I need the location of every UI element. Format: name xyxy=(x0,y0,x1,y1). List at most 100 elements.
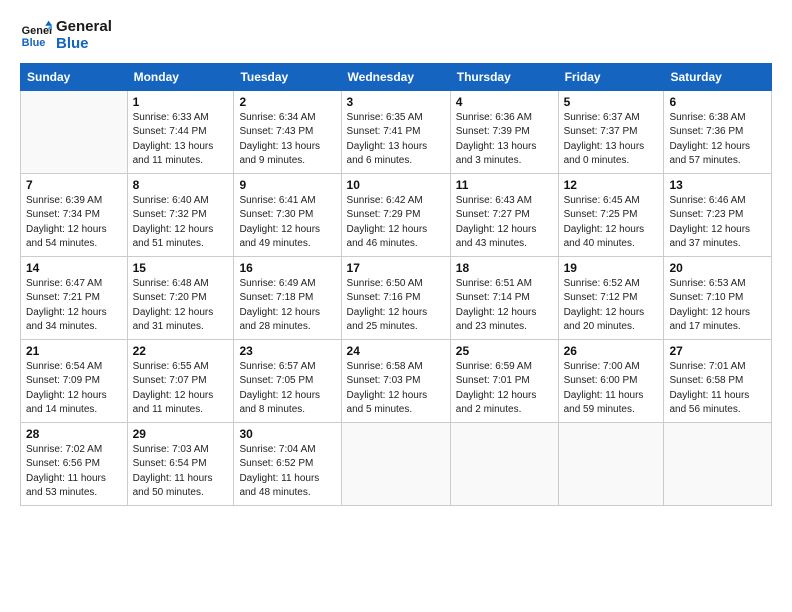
logo: General Blue General Blue xyxy=(20,18,112,53)
day-number: 18 xyxy=(456,261,553,275)
calendar-cell: 18 Sunrise: 6:51 AMSunset: 7:14 PMDayligh… xyxy=(450,256,558,339)
day-number: 29 xyxy=(133,427,229,441)
day-number: 22 xyxy=(133,344,229,358)
day-info: Sunrise: 6:35 AMSunset: 7:41 PMDaylight:… xyxy=(347,111,445,169)
calendar-cell: 25Sunrise: 6:59 AMSunset: 7:01 PMDayligh… xyxy=(450,339,558,422)
week-row-4: 21Sunrise: 6:54 AMSunset: 7:09 PMDayligh… xyxy=(21,339,772,422)
calendar-cell: 9 Sunrise: 6:41 AMSunset: 7:30 PMDaylight… xyxy=(234,173,341,256)
header: General Blue General Blue xyxy=(20,18,772,53)
day-info: Sunrise: 6:50 AMSunset: 7:16 PMDaylight:… xyxy=(347,277,445,335)
calendar-cell: 20 Sunrise: 6:53 AMSunset: 7:10 PMDayligh… xyxy=(664,256,772,339)
day-number: 28 xyxy=(26,427,122,441)
calendar-table: SundayMondayTuesdayWednesdayThursdayFrid… xyxy=(20,63,772,506)
day-info: Sunrise: 6:57 AMSunset: 7:05 PMDaylight:… xyxy=(239,360,335,418)
week-row-2: 7 Sunrise: 6:39 AMSunset: 7:34 PMDaylight… xyxy=(21,173,772,256)
calendar-cell: 26 Sunrise: 7:00 AMSunset: 6:00 PMDayligh… xyxy=(558,339,664,422)
calendar-cell: 17 Sunrise: 6:50 AMSunset: 7:16 PMDayligh… xyxy=(341,256,450,339)
week-row-1: 1 Sunrise: 6:33 AMSunset: 7:44 PMDaylight… xyxy=(21,90,772,173)
calendar-cell: 1 Sunrise: 6:33 AMSunset: 7:44 PMDaylight… xyxy=(127,90,234,173)
logo-text-line1: General xyxy=(56,18,112,35)
day-info: Sunrise: 6:54 AMSunset: 7:09 PMDaylight:… xyxy=(26,360,122,418)
header-thursday: Thursday xyxy=(450,63,558,90)
calendar-cell: 28 Sunrise: 7:02 AMSunset: 6:56 PMDayligh… xyxy=(21,422,128,505)
day-info: Sunrise: 6:40 AMSunset: 7:32 PMDaylight:… xyxy=(133,194,229,252)
day-number: 19 xyxy=(564,261,659,275)
calendar-cell: 13Sunrise: 6:46 AMSunset: 7:23 PMDayligh… xyxy=(664,173,772,256)
day-info: Sunrise: 6:43 AMSunset: 7:27 PMDaylight:… xyxy=(456,194,553,252)
header-row: SundayMondayTuesdayWednesdayThursdayFrid… xyxy=(21,63,772,90)
day-info: Sunrise: 6:39 AMSunset: 7:34 PMDaylight:… xyxy=(26,194,122,252)
svg-text:Blue: Blue xyxy=(22,37,46,49)
day-info: Sunrise: 7:02 AMSunset: 6:56 PMDaylight:… xyxy=(26,443,122,501)
calendar-cell: 15 Sunrise: 6:48 AMSunset: 7:20 PMDayligh… xyxy=(127,256,234,339)
day-info: Sunrise: 6:58 AMSunset: 7:03 PMDaylight:… xyxy=(347,360,445,418)
calendar-cell xyxy=(558,422,664,505)
day-number: 5 xyxy=(564,95,659,109)
calendar-cell: 30 Sunrise: 7:04 AMSunset: 6:52 PMDayligh… xyxy=(234,422,341,505)
calendar-cell: 8 Sunrise: 6:40 AMSunset: 7:32 PMDaylight… xyxy=(127,173,234,256)
calendar-cell: 12 Sunrise: 6:45 AMSunset: 7:25 PMDayligh… xyxy=(558,173,664,256)
day-info: Sunrise: 6:49 AMSunset: 7:18 PMDaylight:… xyxy=(239,277,335,335)
calendar-cell: 11 Sunrise: 6:43 AMSunset: 7:27 PMDayligh… xyxy=(450,173,558,256)
calendar-cell: 7 Sunrise: 6:39 AMSunset: 7:34 PMDaylight… xyxy=(21,173,128,256)
day-info: Sunrise: 6:42 AMSunset: 7:29 PMDaylight:… xyxy=(347,194,445,252)
day-number: 8 xyxy=(133,178,229,192)
day-info: Sunrise: 6:34 AMSunset: 7:43 PMDaylight:… xyxy=(239,111,335,169)
calendar-cell: 16Sunrise: 6:49 AMSunset: 7:18 PMDayligh… xyxy=(234,256,341,339)
day-number: 3 xyxy=(347,95,445,109)
day-number: 2 xyxy=(239,95,335,109)
day-info: Sunrise: 6:38 AMSunset: 7:36 PMDaylight:… xyxy=(669,111,766,169)
day-info: Sunrise: 6:33 AMSunset: 7:44 PMDaylight:… xyxy=(133,111,229,169)
day-info: Sunrise: 7:01 AMSunset: 6:58 PMDaylight:… xyxy=(669,360,766,418)
calendar-cell: 24 Sunrise: 6:58 AMSunset: 7:03 PMDayligh… xyxy=(341,339,450,422)
day-info: Sunrise: 6:45 AMSunset: 7:25 PMDaylight:… xyxy=(564,194,659,252)
day-info: Sunrise: 6:53 AMSunset: 7:10 PMDaylight:… xyxy=(669,277,766,335)
calendar-cell: 23 Sunrise: 6:57 AMSunset: 7:05 PMDayligh… xyxy=(234,339,341,422)
calendar-cell: 21Sunrise: 6:54 AMSunset: 7:09 PMDayligh… xyxy=(21,339,128,422)
calendar-cell xyxy=(450,422,558,505)
day-info: Sunrise: 6:37 AMSunset: 7:37 PMDaylight:… xyxy=(564,111,659,169)
header-tuesday: Tuesday xyxy=(234,63,341,90)
calendar-cell xyxy=(21,90,128,173)
calendar-cell: 19 Sunrise: 6:52 AMSunset: 7:12 PMDayligh… xyxy=(558,256,664,339)
day-number: 15 xyxy=(133,261,229,275)
day-number: 24 xyxy=(347,344,445,358)
day-info: Sunrise: 6:46 AMSunset: 7:23 PMDaylight:… xyxy=(669,194,766,252)
day-number: 11 xyxy=(456,178,553,192)
day-number: 12 xyxy=(564,178,659,192)
calendar-cell: 10 Sunrise: 6:42 AMSunset: 7:29 PMDayligh… xyxy=(341,173,450,256)
day-number: 6 xyxy=(669,95,766,109)
calendar-cell xyxy=(341,422,450,505)
day-number: 23 xyxy=(239,344,335,358)
day-number: 7 xyxy=(26,178,122,192)
calendar-cell: 27 Sunrise: 7:01 AMSunset: 6:58 PMDayligh… xyxy=(664,339,772,422)
header-monday: Monday xyxy=(127,63,234,90)
day-number: 26 xyxy=(564,344,659,358)
header-sunday: Sunday xyxy=(21,63,128,90)
day-number: 20 xyxy=(669,261,766,275)
calendar-cell: 3 Sunrise: 6:35 AMSunset: 7:41 PMDaylight… xyxy=(341,90,450,173)
day-number: 1 xyxy=(133,95,229,109)
day-number: 25 xyxy=(456,344,553,358)
day-info: Sunrise: 6:48 AMSunset: 7:20 PMDaylight:… xyxy=(133,277,229,335)
header-friday: Friday xyxy=(558,63,664,90)
calendar-cell: 22 Sunrise: 6:55 AMSunset: 7:07 PMDayligh… xyxy=(127,339,234,422)
svg-text:General: General xyxy=(22,25,52,37)
day-info: Sunrise: 7:03 AMSunset: 6:54 PMDaylight:… xyxy=(133,443,229,501)
day-info: Sunrise: 6:55 AMSunset: 7:07 PMDaylight:… xyxy=(133,360,229,418)
day-number: 10 xyxy=(347,178,445,192)
day-info: Sunrise: 6:41 AMSunset: 7:30 PMDaylight:… xyxy=(239,194,335,252)
week-row-5: 28 Sunrise: 7:02 AMSunset: 6:56 PMDayligh… xyxy=(21,422,772,505)
day-info: Sunrise: 7:00 AMSunset: 6:00 PMDaylight:… xyxy=(564,360,659,418)
day-info: Sunrise: 6:36 AMSunset: 7:39 PMDaylight:… xyxy=(456,111,553,169)
day-info: Sunrise: 6:52 AMSunset: 7:12 PMDaylight:… xyxy=(564,277,659,335)
day-info: Sunrise: 7:04 AMSunset: 6:52 PMDaylight:… xyxy=(239,443,335,501)
calendar-cell xyxy=(664,422,772,505)
day-number: 9 xyxy=(239,178,335,192)
day-number: 17 xyxy=(347,261,445,275)
day-number: 30 xyxy=(239,427,335,441)
day-info: Sunrise: 6:51 AMSunset: 7:14 PMDaylight:… xyxy=(456,277,553,335)
day-number: 27 xyxy=(669,344,766,358)
header-wednesday: Wednesday xyxy=(341,63,450,90)
logo-text-line2: Blue xyxy=(56,35,112,52)
